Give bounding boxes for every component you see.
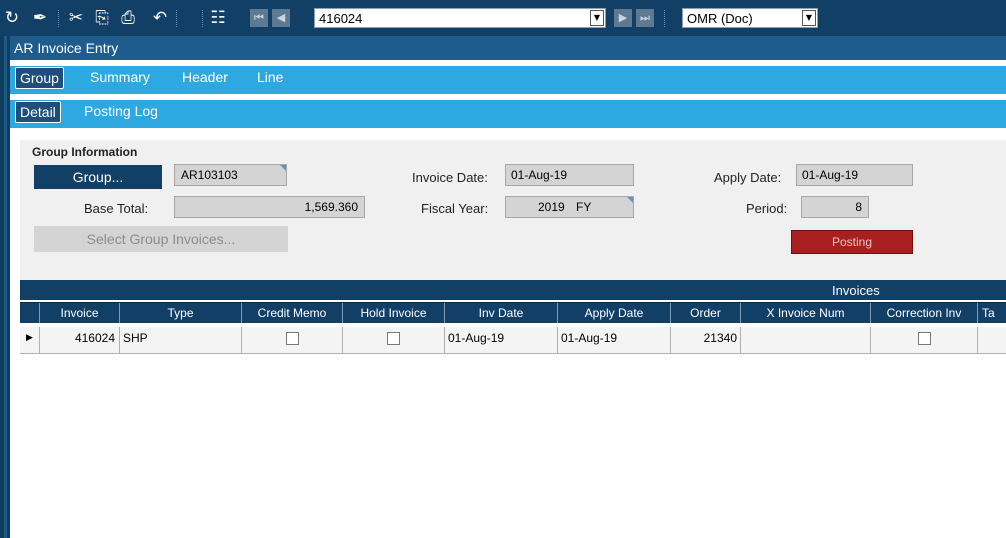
main-tab-bar: Group Summary Header Line	[10, 64, 1006, 94]
copy-icon[interactable]: ⎘	[92, 8, 112, 28]
cell-hold-invoice[interactable]	[343, 327, 445, 353]
base-total-label: Base Total:	[84, 201, 149, 216]
base-total-field: 1,569.360	[174, 196, 365, 218]
toolbar-separator	[664, 10, 667, 27]
binoculars-icon[interactable]: ☷	[208, 8, 228, 28]
column-header-correction-inv[interactable]: Correction Inv	[871, 303, 978, 323]
field-corner-marker	[627, 197, 633, 203]
group-value: AR103103	[181, 168, 238, 182]
last-record-icon[interactable]: ⏭	[636, 9, 654, 27]
tab-summary[interactable]: Summary	[90, 69, 150, 85]
previous-record-icon[interactable]: ◀	[272, 9, 290, 27]
cell-tax[interactable]	[978, 327, 1006, 353]
cell-apply-date[interactable]: 01-Aug-19	[558, 327, 671, 353]
undo-icon[interactable]: ↶	[150, 8, 170, 28]
chevron-down-icon[interactable]: ▼	[590, 10, 604, 26]
brush-icon[interactable]: ✒	[30, 8, 50, 28]
tab-posting-log[interactable]: Posting Log	[84, 103, 158, 119]
apply-date-value: 01-Aug-19	[802, 168, 859, 182]
column-header-hold-invoice[interactable]: Hold Invoice	[343, 303, 445, 323]
cut-icon[interactable]: ✂	[66, 8, 86, 28]
tab-detail[interactable]: Detail	[15, 101, 61, 123]
period-value: 8	[855, 200, 862, 214]
cell-correction-inv[interactable]	[871, 327, 978, 353]
content-panel: Group Information Group... AR103103 Base…	[20, 140, 1006, 538]
invoice-date-field[interactable]: 01-Aug-19	[505, 164, 634, 186]
section-title: Group Information	[32, 145, 138, 159]
column-header-inv-date[interactable]: Inv Date	[445, 303, 558, 323]
fiscal-year-value: 2019	[538, 200, 565, 214]
table-row[interactable]: ▶ 416024 SHP 01-Aug-19 01-Aug-19 21340	[20, 327, 1006, 354]
credit-memo-checkbox[interactable]	[285, 332, 299, 345]
currency-combo-value: OMR (Doc)	[687, 11, 753, 26]
left-edge-strip	[0, 0, 10, 538]
apply-date-label: Apply Date:	[714, 170, 782, 185]
apply-date-field[interactable]: 01-Aug-19	[796, 164, 913, 186]
posting-button[interactable]: Posting	[791, 230, 913, 254]
invoice-date-label: Invoice Date:	[412, 170, 488, 185]
record-combo-value: 416024	[319, 11, 363, 26]
fiscal-year-suffix: FY	[576, 200, 592, 214]
next-record-icon[interactable]: ▶	[614, 9, 632, 27]
toolbar-separator	[202, 10, 205, 27]
period-label: Period:	[746, 201, 788, 216]
cell-credit-memo[interactable]	[242, 327, 343, 353]
tab-group[interactable]: Group	[15, 67, 64, 89]
field-corner-marker	[280, 165, 286, 171]
group-button[interactable]: Group...	[34, 165, 162, 189]
window-title-bar: AR Invoice Entry	[10, 36, 1006, 60]
sub-tab-bar: Detail Posting Log	[10, 98, 1006, 128]
invoice-date-value: 01-Aug-19	[511, 168, 568, 182]
refresh-icon[interactable]: ↻	[2, 8, 22, 28]
cell-order[interactable]: 21340	[671, 327, 741, 353]
cell-inv-date[interactable]: 01-Aug-19	[445, 327, 558, 353]
grid-caption-bar: Invoices	[20, 280, 1006, 300]
column-header-x-invoice-num[interactable]: X Invoice Num	[741, 303, 871, 323]
left-edge-bar	[4, 36, 7, 538]
fiscal-year-field[interactable]: 2019 FY	[505, 196, 634, 218]
period-field: 8	[801, 196, 869, 218]
first-record-icon[interactable]: ⏮	[250, 9, 268, 27]
base-total-value: 1,569.360	[304, 200, 358, 214]
column-header-order[interactable]: Order	[671, 303, 741, 323]
record-combo[interactable]: 416024 ▼	[314, 8, 606, 28]
toolbar: ↻ ✒ ✂ ⎘ ⎙ ↶ ☷ ⏮ ◀ 416024 ▼ ▶ ⏭ OMR (Doc)…	[0, 0, 1006, 36]
column-header-tax[interactable]: Ta	[978, 303, 1006, 323]
window-title: AR Invoice Entry	[14, 40, 119, 56]
column-header-credit-memo[interactable]: Credit Memo	[242, 303, 343, 323]
row-selector-header	[20, 303, 40, 323]
group-field[interactable]: AR103103	[174, 164, 287, 186]
grid-header-row: Invoice Type Credit Memo Hold Invoice In…	[20, 302, 1006, 323]
cell-invoice[interactable]: 416024	[40, 327, 120, 353]
tab-line[interactable]: Line	[257, 69, 283, 85]
toolbar-separator	[58, 10, 61, 27]
select-group-invoices-button[interactable]: Select Group Invoices...	[34, 226, 288, 252]
toolbar-separator	[176, 10, 179, 27]
fiscal-year-label: Fiscal Year:	[421, 201, 489, 216]
column-header-invoice[interactable]: Invoice	[40, 303, 120, 323]
correction-inv-checkbox[interactable]	[917, 332, 931, 345]
column-header-type[interactable]: Type	[120, 303, 242, 323]
tab-header[interactable]: Header	[182, 69, 228, 85]
grid-caption: Invoices	[832, 283, 880, 298]
paste-icon[interactable]: ⎙	[118, 8, 138, 28]
chevron-down-icon[interactable]: ▼	[802, 10, 816, 26]
cell-x-invoice-num[interactable]	[741, 327, 871, 353]
cell-type[interactable]: SHP	[120, 327, 242, 353]
row-pointer-icon[interactable]: ▶	[20, 327, 40, 353]
hold-invoice-checkbox[interactable]	[387, 332, 400, 345]
currency-combo[interactable]: OMR (Doc) ▼	[682, 8, 818, 28]
group-information-section: Group Information Group... AR103103 Base…	[20, 140, 1006, 280]
column-header-apply-date[interactable]: Apply Date	[558, 303, 671, 323]
